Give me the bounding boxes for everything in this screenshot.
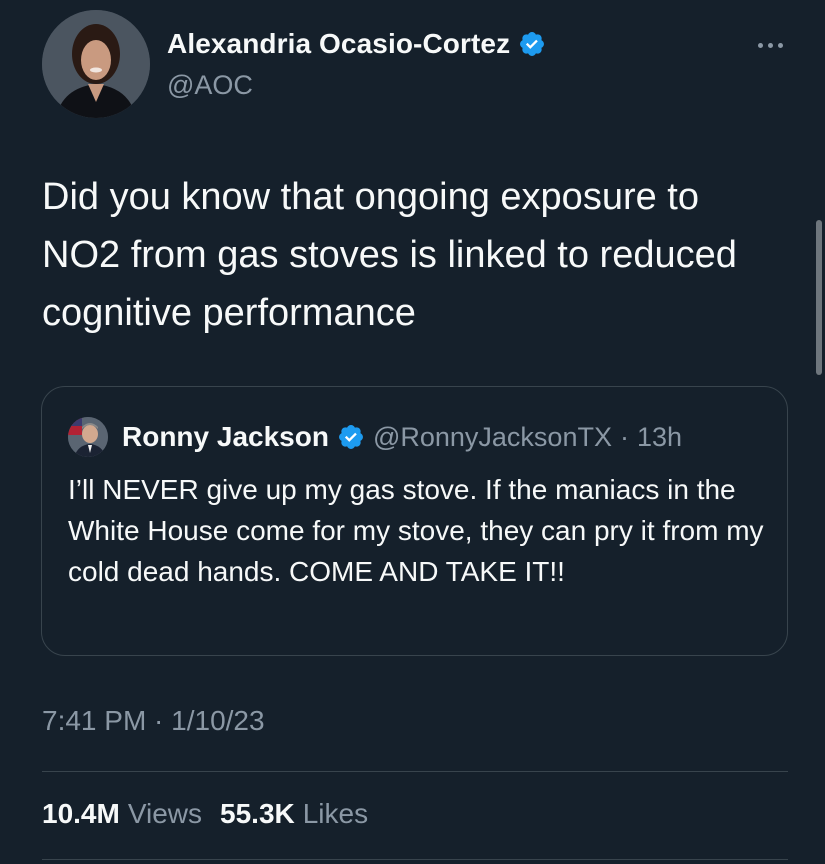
- author-display-name[interactable]: Alexandria Ocasio-Cortez: [167, 28, 510, 60]
- tweet-stats: 10.4M Views 55.3K Likes: [42, 798, 368, 830]
- divider: [42, 859, 788, 860]
- likes-count: 55.3K: [220, 798, 295, 829]
- quoted-time: 13h: [636, 421, 683, 452]
- tweet-text: Did you know that ongoing exposure to NO…: [42, 176, 737, 334]
- views-count: 10.4M: [42, 798, 120, 829]
- author-avatar-image: [42, 10, 150, 118]
- quoted-tweet-text: I’ll NEVER give up my gas stove. If the …: [68, 474, 764, 587]
- verified-badge-icon: [520, 32, 545, 56]
- quoted-author-avatar-image: [68, 417, 108, 457]
- scrollbar[interactable]: [816, 220, 822, 375]
- likes-stat[interactable]: 55.3K Likes: [220, 798, 368, 830]
- views-label: Views: [127, 798, 203, 829]
- quoted-author-avatar: [68, 417, 108, 457]
- quoted-tweet-header: Ronny Jackson @RonnyJacksonTX · 13h: [68, 417, 682, 457]
- author-avatar[interactable]: [42, 10, 150, 118]
- tweet-timestamp[interactable]: 7:41 PM · 1/10/23: [42, 705, 265, 737]
- quoted-author-name: Ronny Jackson: [122, 421, 329, 452]
- author-handle[interactable]: @AOC: [167, 70, 253, 101]
- likes-label: Likes: [302, 798, 369, 829]
- tweet-detail: Alexandria Ocasio-Cortez @AOC Did you kn…: [0, 0, 825, 864]
- verified-badge-icon: [338, 425, 363, 449]
- author-name-row: Alexandria Ocasio-Cortez: [167, 28, 546, 60]
- quoted-separator: ·: [619, 421, 629, 452]
- quoted-tweet-card[interactable]: Ronny Jackson @RonnyJacksonTX · 13h I’ll…: [41, 386, 788, 656]
- divider: [42, 771, 788, 772]
- views-stat[interactable]: 10.4M Views: [42, 798, 202, 830]
- quoted-author-handle: @RonnyJacksonTX: [372, 421, 612, 452]
- more-options-icon[interactable]: [750, 30, 790, 60]
